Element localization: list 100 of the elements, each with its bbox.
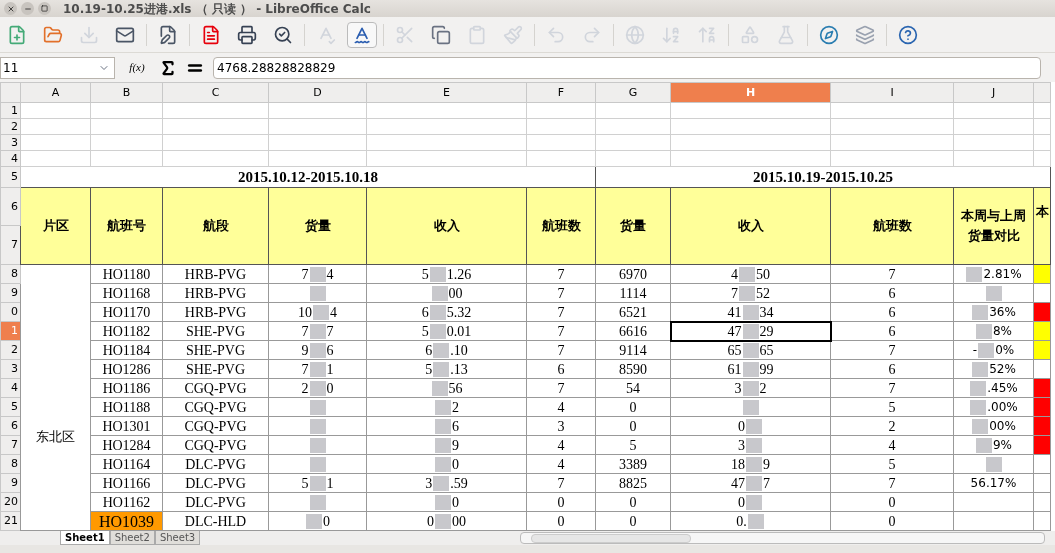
header-cell: 航班数 xyxy=(526,187,596,265)
column-header[interactable]: C xyxy=(162,82,269,103)
cargo-value: 4 xyxy=(330,303,337,321)
compare-value: 8% xyxy=(992,322,1012,340)
revenue-value: .13 xyxy=(450,360,468,378)
flights-cell: 6 xyxy=(830,302,954,322)
cargo-value: 7 xyxy=(301,360,309,378)
selected-cell[interactable]: 3 2 xyxy=(670,378,831,398)
column-header[interactable]: A xyxy=(20,82,91,103)
selected-cell[interactable]: 65 65 xyxy=(670,340,831,360)
route-cell: HRB-PVG xyxy=(162,264,269,284)
column-header[interactable]: G xyxy=(595,82,671,103)
cargo-value: 7 xyxy=(326,322,334,340)
compare-value: 36% xyxy=(989,303,1016,321)
column-header[interactable]: E xyxy=(366,82,527,103)
header-cell: 本周与上周货量对比 xyxy=(953,187,1034,265)
close-icon[interactable] xyxy=(4,2,17,15)
header-cell: 货量 xyxy=(595,187,671,265)
revenue-value: 61 xyxy=(727,360,742,378)
cargo-value: 4 xyxy=(326,265,334,283)
flights-cell: 7 xyxy=(830,378,954,398)
route-cell: CGQ-PVG xyxy=(162,397,269,417)
revenue-value: 5.32 xyxy=(446,303,472,321)
header-cell: 片区 xyxy=(20,187,91,265)
flights-cell: 7 xyxy=(526,473,596,493)
column-header[interactable]: J xyxy=(953,82,1034,103)
selected-cell[interactable]: 3 xyxy=(670,435,831,455)
cargo-cell: 6970 xyxy=(595,264,671,284)
maximize-icon[interactable] xyxy=(38,2,51,15)
function-wizard-icon[interactable]: f(x) xyxy=(123,57,151,78)
selected-cell[interactable]: 7 52 xyxy=(670,283,831,303)
selected-cell[interactable]: 0 xyxy=(670,492,831,512)
cargo-value: 0 xyxy=(323,512,330,530)
compare-value: .00% xyxy=(987,398,1018,416)
cargo-value: 10 xyxy=(298,303,312,321)
revenue-value: 0 xyxy=(427,512,434,530)
route-cell: SHE-PVG xyxy=(162,340,269,360)
flights-cell: 2 xyxy=(830,416,954,436)
selected-cell[interactable]: 61 99 xyxy=(670,359,831,379)
column-header[interactable]: F xyxy=(526,82,596,103)
selected-cell[interactable]: 0 xyxy=(670,416,831,436)
revenue-value: 6 xyxy=(421,303,429,321)
row-header[interactable]: 7 xyxy=(0,225,21,265)
cargo-value: 1 xyxy=(326,474,334,492)
sum-icon[interactable] xyxy=(159,58,177,77)
selected-cell[interactable]: 47 7 xyxy=(670,473,831,493)
revenue-value: 0 xyxy=(452,493,459,511)
revenue-value: 00 xyxy=(452,512,466,530)
flights-cell: 7 xyxy=(830,264,954,284)
formula-input[interactable]: 4768.28828828829 xyxy=(213,56,1041,79)
compare-value: .45% xyxy=(987,379,1018,397)
route-cell: CGQ-PVG xyxy=(162,416,269,436)
cargo-value: 7 xyxy=(301,265,309,283)
compare-value: 0% xyxy=(995,341,1015,359)
auto-spellcheck-icon[interactable] xyxy=(347,21,377,48)
cargo-value: 5 xyxy=(301,474,309,492)
cargo-cell: 1114 xyxy=(595,283,671,303)
selected-cell[interactable]: 4 50 xyxy=(670,264,831,284)
cargo-cell: 8590 xyxy=(595,359,671,379)
sheet-tab[interactable]: Sheet1 xyxy=(60,531,110,545)
sheet-tab[interactable]: Sheet2 xyxy=(109,531,155,545)
revenue-value: 52 xyxy=(756,284,770,302)
header-cell: 货量 xyxy=(268,187,367,265)
flights-cell: 7 xyxy=(526,340,596,360)
column-header[interactable]: I xyxy=(830,82,954,103)
row-header[interactable]: 6 xyxy=(0,187,21,226)
flights-cell: 0 xyxy=(526,492,596,512)
header-cell: 收入 xyxy=(670,187,831,265)
revenue-value: 2 xyxy=(452,398,459,416)
selected-cell[interactable]: 0. xyxy=(670,511,831,531)
header-cell: 航班号 xyxy=(90,187,163,265)
flights-cell: 7 xyxy=(526,283,596,303)
flights-cell: 4 xyxy=(526,435,596,455)
cargo-value: 1 xyxy=(326,360,334,378)
flights-cell: 0 xyxy=(830,492,954,512)
column-header[interactable]: D xyxy=(268,82,367,103)
selected-cell[interactable]: 18 9 xyxy=(670,454,831,474)
cargo-cell: 8825 xyxy=(595,473,671,493)
compare-value: 00% xyxy=(989,417,1016,435)
compare-value: 2.81% xyxy=(983,265,1022,283)
sheet-tab[interactable]: Sheet3 xyxy=(154,531,201,545)
selected-cell[interactable] xyxy=(670,397,831,417)
column-header[interactable]: B xyxy=(90,82,163,103)
selected-cell[interactable]: 47 29 xyxy=(670,321,831,341)
route-cell: HRB-PVG xyxy=(162,302,269,322)
revenue-value: .10 xyxy=(450,341,468,359)
revenue-value: 56 xyxy=(448,379,463,397)
compare-value: 52% xyxy=(989,360,1016,378)
flights-cell: 4 xyxy=(830,435,954,455)
minimize-icon[interactable] xyxy=(21,2,34,15)
flights-cell: 4 xyxy=(526,454,596,474)
horizontal-scrollbar[interactable] xyxy=(520,532,1045,544)
flights-cell: 5 xyxy=(830,454,954,474)
flights-cell: 6 xyxy=(830,359,954,379)
revenue-value: 5 xyxy=(421,322,429,340)
route-cell: HRB-PVG xyxy=(162,283,269,303)
revenue-value: 41 xyxy=(727,303,742,321)
flights-cell: 0 xyxy=(830,511,954,531)
row-header[interactable]: 5 xyxy=(0,166,21,188)
name-box[interactable]: 11 xyxy=(0,56,115,79)
